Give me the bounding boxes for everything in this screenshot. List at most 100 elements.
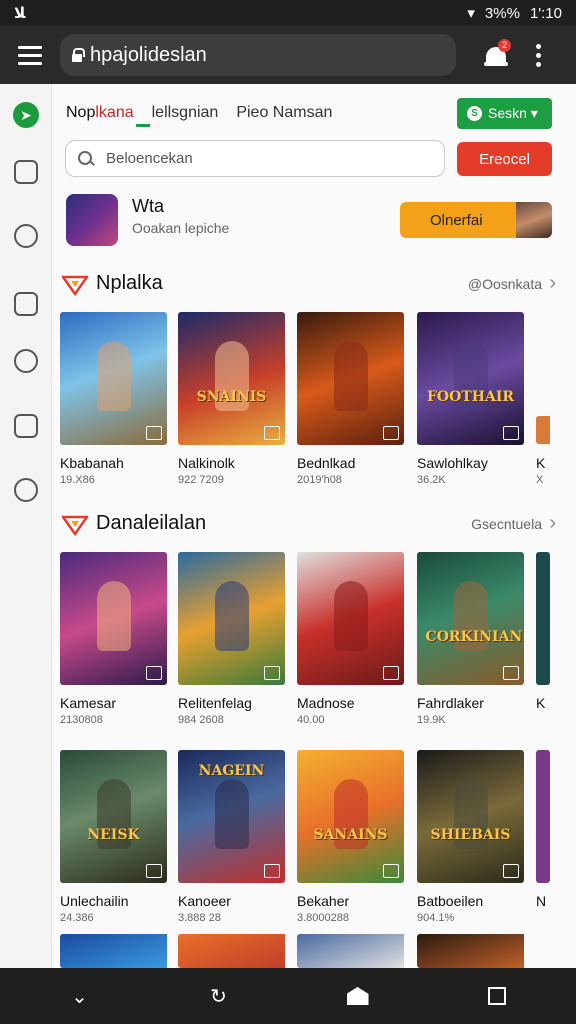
game-name: Relitenfelag — [178, 695, 252, 711]
tab-bar: Noplkana lellsgnian Pieo Namsan — [66, 104, 332, 122]
profile-subtitle: Ooakan lepiche — [132, 220, 230, 236]
game-count: 36.2K — [417, 474, 446, 486]
game-art[interactable] — [297, 934, 404, 968]
sidebar-item-4[interactable] — [0, 292, 52, 316]
game-card[interactable]: SHIEBAIS Batboeilen 904.1% — [417, 750, 524, 924]
hamburger-icon[interactable] — [12, 37, 48, 73]
chevron-right-icon[interactable]: › — [549, 512, 556, 535]
diamond-icon — [62, 275, 88, 296]
game-count: 904.1% — [417, 912, 455, 924]
url-text: hpajolideslan — [90, 43, 207, 66]
browser-toolbar: hpajolideslan 2 — [0, 26, 576, 84]
game-name: Kanoeer — [178, 893, 231, 909]
game-count: 3.888 28 — [178, 912, 221, 924]
game-card[interactable]: Kbabanah 19.X86 — [60, 312, 167, 486]
profile-title: Wta — [132, 196, 165, 216]
game-art — [178, 552, 285, 685]
navigation-bar: ⌄ ↻ — [0, 968, 576, 1024]
game-card[interactable]: NEISK Unlechailin 24.386 — [60, 750, 167, 924]
game-name: Nalkinolk — [178, 455, 235, 471]
home-icon: ➤ — [13, 102, 39, 128]
game-name: Sawlohlkay — [417, 455, 488, 471]
game-count: 19.X86 — [60, 474, 95, 486]
game-count: 2019'h08 — [297, 474, 342, 486]
game-art — [60, 312, 167, 445]
sidebar-item-7[interactable] — [0, 478, 52, 502]
game-art[interactable] — [178, 934, 285, 968]
eye-icon — [14, 349, 38, 373]
link-icon — [14, 224, 38, 248]
red-button[interactable]: Ereocel — [457, 142, 552, 176]
search-input[interactable]: Beloencekan — [106, 150, 193, 167]
clock: 1':10 — [529, 4, 562, 22]
home-icon[interactable] — [344, 982, 372, 1010]
section-more-1[interactable]: @Oosnkata — [468, 276, 542, 292]
sidebar-item-6[interactable] — [0, 414, 52, 438]
game-card[interactable]: NAGEIN Kanoeer 3.888 28 — [178, 750, 285, 924]
chevron-right-icon[interactable]: › — [549, 272, 556, 295]
game-art[interactable] — [417, 934, 524, 968]
main-content: Noplkana lellsgnian Pieo Namsan S Seskn … — [52, 84, 576, 968]
game-art[interactable] — [60, 934, 167, 968]
folder-icon — [14, 160, 38, 184]
back-icon[interactable]: ⌄ — [66, 982, 94, 1010]
game-art — [297, 312, 404, 445]
game-name: Kbabanah — [60, 455, 124, 471]
tab-2[interactable]: lellsgnian — [152, 104, 219, 122]
search-box[interactable]: Beloencekan — [65, 140, 445, 177]
game-card[interactable]: SNAINIS Nalkinolk 922 7209 — [178, 312, 285, 486]
game-art — [297, 552, 404, 685]
tab-3[interactable]: Pieo Namsan — [236, 104, 332, 122]
game-art: CORKINIAN — [417, 552, 524, 685]
status-left: ﻼ — [14, 5, 26, 22]
game-card[interactable]: SANAINS Bekaher 3.8000288 — [297, 750, 404, 924]
green-button[interactable]: S Seskn ▾ — [457, 98, 552, 129]
orange-button[interactable]: Olnerfai — [400, 202, 552, 238]
status-bar: ﻼ ▾ 3%% 1':10 — [0, 0, 576, 26]
game-card-peek[interactable]: K X — [536, 312, 550, 486]
sidebar-item-5[interactable] — [0, 349, 52, 373]
sidebar-item-home[interactable]: ➤ — [0, 102, 52, 128]
game-art: SHIEBAIS — [417, 750, 524, 883]
game-card-peek[interactable]: N — [536, 750, 550, 912]
game-card[interactable]: Madnose 40.00 — [297, 552, 404, 726]
wifi-icon: ▾ — [467, 5, 475, 22]
game-name: Madnose — [297, 695, 355, 711]
game-count: 922 7209 — [178, 474, 224, 486]
recents-icon[interactable] — [483, 982, 511, 1010]
game-count: 2130808 — [60, 714, 103, 726]
game-card[interactable]: Kamesar 2130808 — [60, 552, 167, 726]
section-title-1: Nplalka — [96, 272, 163, 294]
game-card[interactable]: CORKINIAN Fahrdlaker 19.9K — [417, 552, 524, 726]
game-card-peek[interactable]: K — [536, 552, 550, 714]
game-card[interactable]: FOOTHAIR Sawlohlkay 36.2K — [417, 312, 524, 486]
game-card[interactable]: Bednlkad 2019'h08 — [297, 312, 404, 486]
tab-1[interactable]: Noplkana — [66, 104, 134, 122]
avatar — [516, 202, 552, 238]
profile-card: Wta Ooakan lepiche Olnerfai — [66, 192, 556, 248]
bell-icon[interactable]: 2 — [482, 39, 511, 69]
game-art: SANAINS — [297, 750, 404, 883]
game-card[interactable]: Relitenfelag 984 2608 — [178, 552, 285, 726]
game-count: 19.9K — [417, 714, 446, 726]
game-art: SNAINIS — [178, 312, 285, 445]
game-count: 40.00 — [297, 714, 325, 726]
game-art — [60, 552, 167, 685]
bag-icon — [14, 414, 38, 438]
url-bar[interactable]: hpajolideslan — [60, 34, 456, 76]
search-icon — [78, 150, 94, 167]
game-name: Bekaher — [297, 893, 350, 909]
refresh-icon[interactable]: ↻ — [205, 982, 233, 1010]
profile-thumbnail[interactable] — [66, 194, 118, 246]
sidebar-item-2[interactable] — [0, 160, 52, 184]
sidebar-item-3[interactable] — [0, 224, 52, 248]
game-name: Batboeilen — [417, 893, 484, 909]
tab-indicator — [136, 124, 150, 127]
section-header-1: Nplalka @Oosnkata › — [62, 270, 556, 300]
game-name: Unlechailin — [60, 893, 129, 909]
game-count: 3.8000288 — [297, 912, 349, 924]
section-more-2[interactable]: Gsecntuela — [471, 516, 542, 532]
circle-icon: S — [467, 106, 482, 121]
section-title-2: Danaleilalan — [96, 512, 207, 534]
kebab-icon[interactable] — [536, 43, 541, 67]
